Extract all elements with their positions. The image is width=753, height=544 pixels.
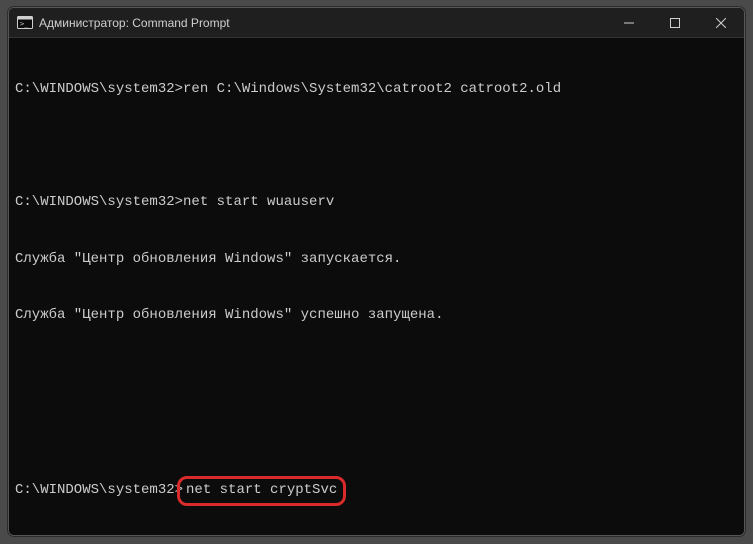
command-text: net start wuauserv: [183, 194, 334, 210]
highlighted-command: net start cryptSvc: [177, 476, 346, 506]
prompt: C:\WINDOWS\system32>: [15, 482, 183, 498]
titlebar-left: >_ Администратор: Command Prompt: [9, 15, 606, 31]
terminal-line: C:\WINDOWS\system32>net start wuauserv: [15, 193, 738, 212]
prompt: C:\WINDOWS\system32>: [15, 194, 183, 210]
titlebar[interactable]: >_ Администратор: Command Prompt: [9, 8, 744, 38]
window-title: Администратор: Command Prompt: [39, 16, 230, 30]
terminal-line: Служба "Центр обновления Windows" запуск…: [15, 250, 738, 269]
maximize-button[interactable]: [652, 8, 698, 37]
terminal-line: Служба "Центр обновления Windows" успешн…: [15, 306, 738, 325]
terminal-line: [15, 363, 738, 382]
close-button[interactable]: [698, 8, 744, 37]
prompt: C:\WINDOWS\system32>: [15, 81, 183, 97]
cmd-icon: >_: [17, 15, 33, 31]
command-text: ren C:\Windows\System32\catroot2 catroot…: [183, 81, 561, 97]
terminal-line: [15, 420, 738, 439]
command-prompt-window: >_ Администратор: Command Prompt C:\WIND…: [8, 7, 745, 536]
terminal-output[interactable]: C:\WINDOWS\system32>ren C:\Windows\Syste…: [9, 38, 744, 535]
terminal-line: C:\WINDOWS\system32>ren C:\Windows\Syste…: [15, 80, 738, 99]
output-text: Служба "Центр обновления Windows" запуск…: [15, 251, 401, 267]
window-controls: [606, 8, 744, 37]
terminal-line: [15, 136, 738, 155]
minimize-button[interactable]: [606, 8, 652, 37]
terminal-line: C:\WINDOWS\system32>net start cryptSvc: [15, 476, 738, 506]
command-text: net start cryptSvc: [186, 482, 337, 498]
output-text: Служба "Центр обновления Windows" успешн…: [15, 307, 443, 323]
svg-text:>_: >_: [20, 20, 29, 28]
